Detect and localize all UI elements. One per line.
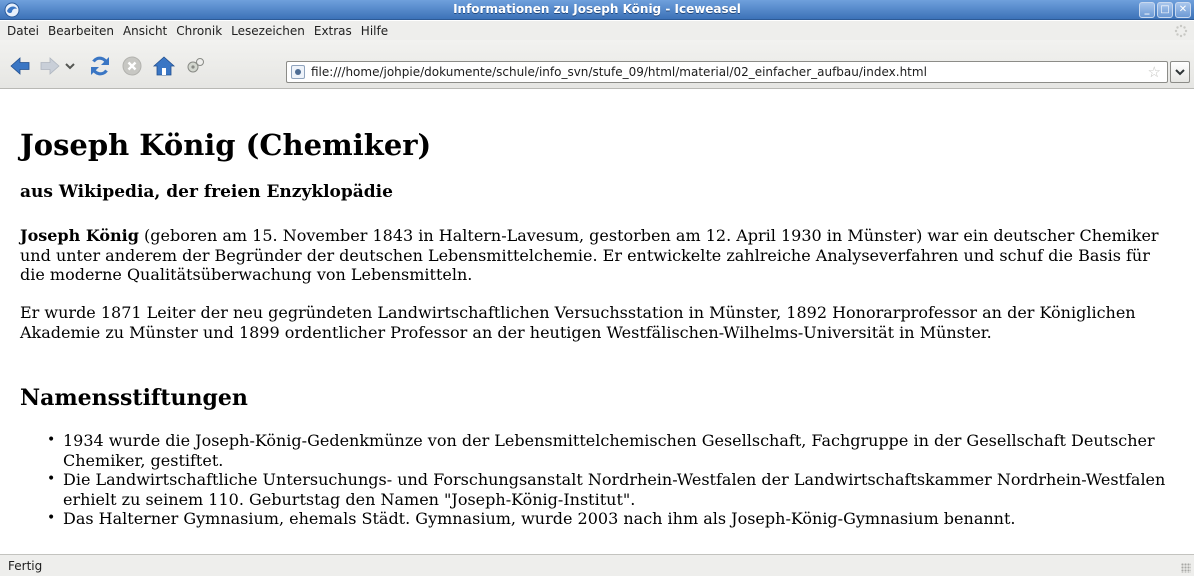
maximize-button[interactable]: □ bbox=[1157, 2, 1173, 18]
intro-paragraph: Joseph König (geboren am 15. November 18… bbox=[20, 226, 1170, 285]
home-icon bbox=[152, 56, 176, 76]
back-arrow-icon bbox=[10, 57, 30, 75]
menu-datei[interactable]: Datei bbox=[3, 24, 44, 38]
bookmark-star-icon[interactable]: ☆ bbox=[1148, 64, 1161, 80]
career-paragraph: Er wurde 1871 Leiter der neu gegründeten… bbox=[20, 303, 1136, 342]
list-item: • 1934 wurde die Joseph-König-Gedenkmünze… bbox=[44, 431, 1174, 470]
plugin-icon bbox=[187, 58, 204, 73]
home-button[interactable] bbox=[152, 54, 176, 78]
reload-icon bbox=[91, 56, 109, 76]
reload-button[interactable] bbox=[88, 54, 112, 78]
url-bar[interactable]: ☆ bbox=[286, 61, 1168, 83]
forward-button[interactable] bbox=[38, 54, 62, 78]
url-history-dropdown[interactable] bbox=[1170, 61, 1190, 83]
status-text: Fertig bbox=[8, 559, 43, 573]
stop-button[interactable] bbox=[120, 54, 144, 78]
navigation-toolbar: ☆ bbox=[0, 40, 1194, 89]
status-bar: Fertig bbox=[0, 554, 1194, 576]
history-dropdown-button[interactable] bbox=[62, 54, 78, 78]
menu-bearbeiten[interactable]: Bearbeiten bbox=[44, 24, 119, 38]
menu-hilfe[interactable]: Hilfe bbox=[357, 24, 393, 38]
chevron-down-icon bbox=[1175, 69, 1185, 76]
list-item: • Das Halterner Gymnasium, ehemals Städt.… bbox=[44, 509, 1174, 529]
page-content: Joseph König (Chemiker) aus Wikipedia, d… bbox=[0, 90, 1194, 554]
bullet-icon: • bbox=[47, 510, 56, 526]
person-name: Joseph König bbox=[20, 226, 139, 245]
window-title: Informationen zu Joseph König - Icewease… bbox=[453, 2, 741, 16]
page-title: Joseph König (Chemiker) bbox=[20, 128, 432, 162]
stop-icon bbox=[122, 56, 142, 76]
bullet-icon: • bbox=[47, 432, 56, 448]
page-subtitle: aus Wikipedia, der freien Enzyklopädie bbox=[20, 182, 393, 202]
forward-arrow-icon bbox=[40, 57, 60, 75]
list-item-text: 1934 wurde die Joseph-König-Gedenkmünze … bbox=[63, 431, 1155, 470]
throbber-icon bbox=[1174, 24, 1188, 38]
list-item-text: Die Landwirtschaftliche Untersuchungs- u… bbox=[63, 470, 1166, 509]
menu-lesezeichen[interactable]: Lesezeichen bbox=[227, 24, 310, 38]
list-item-text: Das Halterner Gymnasium, ehemals Städt. … bbox=[63, 509, 1016, 528]
plugin-button[interactable] bbox=[184, 54, 208, 78]
back-button[interactable] bbox=[8, 54, 32, 78]
menu-ansicht[interactable]: Ansicht bbox=[119, 24, 172, 38]
close-button[interactable]: ✕ bbox=[1175, 2, 1191, 18]
namings-list: • 1934 wurde die Joseph-König-Gedenkmünze… bbox=[44, 431, 1174, 529]
section-heading: Namensstiftungen bbox=[20, 385, 248, 411]
minimize-button[interactable]: _ bbox=[1139, 2, 1155, 18]
site-identity-icon[interactable] bbox=[291, 65, 305, 79]
window-titlebar[interactable]: Informationen zu Joseph König - Icewease… bbox=[0, 0, 1194, 20]
url-input[interactable] bbox=[311, 64, 1131, 80]
bullet-icon: • bbox=[47, 471, 56, 487]
resize-grip-icon[interactable] bbox=[1181, 563, 1191, 573]
menu-extras[interactable]: Extras bbox=[310, 24, 357, 38]
intro-text: (geboren am 15. November 1843 in Haltern… bbox=[20, 226, 1159, 284]
chevron-down-icon bbox=[65, 63, 75, 70]
menu-bar: Datei Bearbeiten Ansicht Chronik Lesezei… bbox=[0, 21, 1194, 40]
list-item: • Die Landwirtschaftliche Untersuchungs- … bbox=[44, 470, 1174, 509]
menu-chronik[interactable]: Chronik bbox=[172, 24, 227, 38]
